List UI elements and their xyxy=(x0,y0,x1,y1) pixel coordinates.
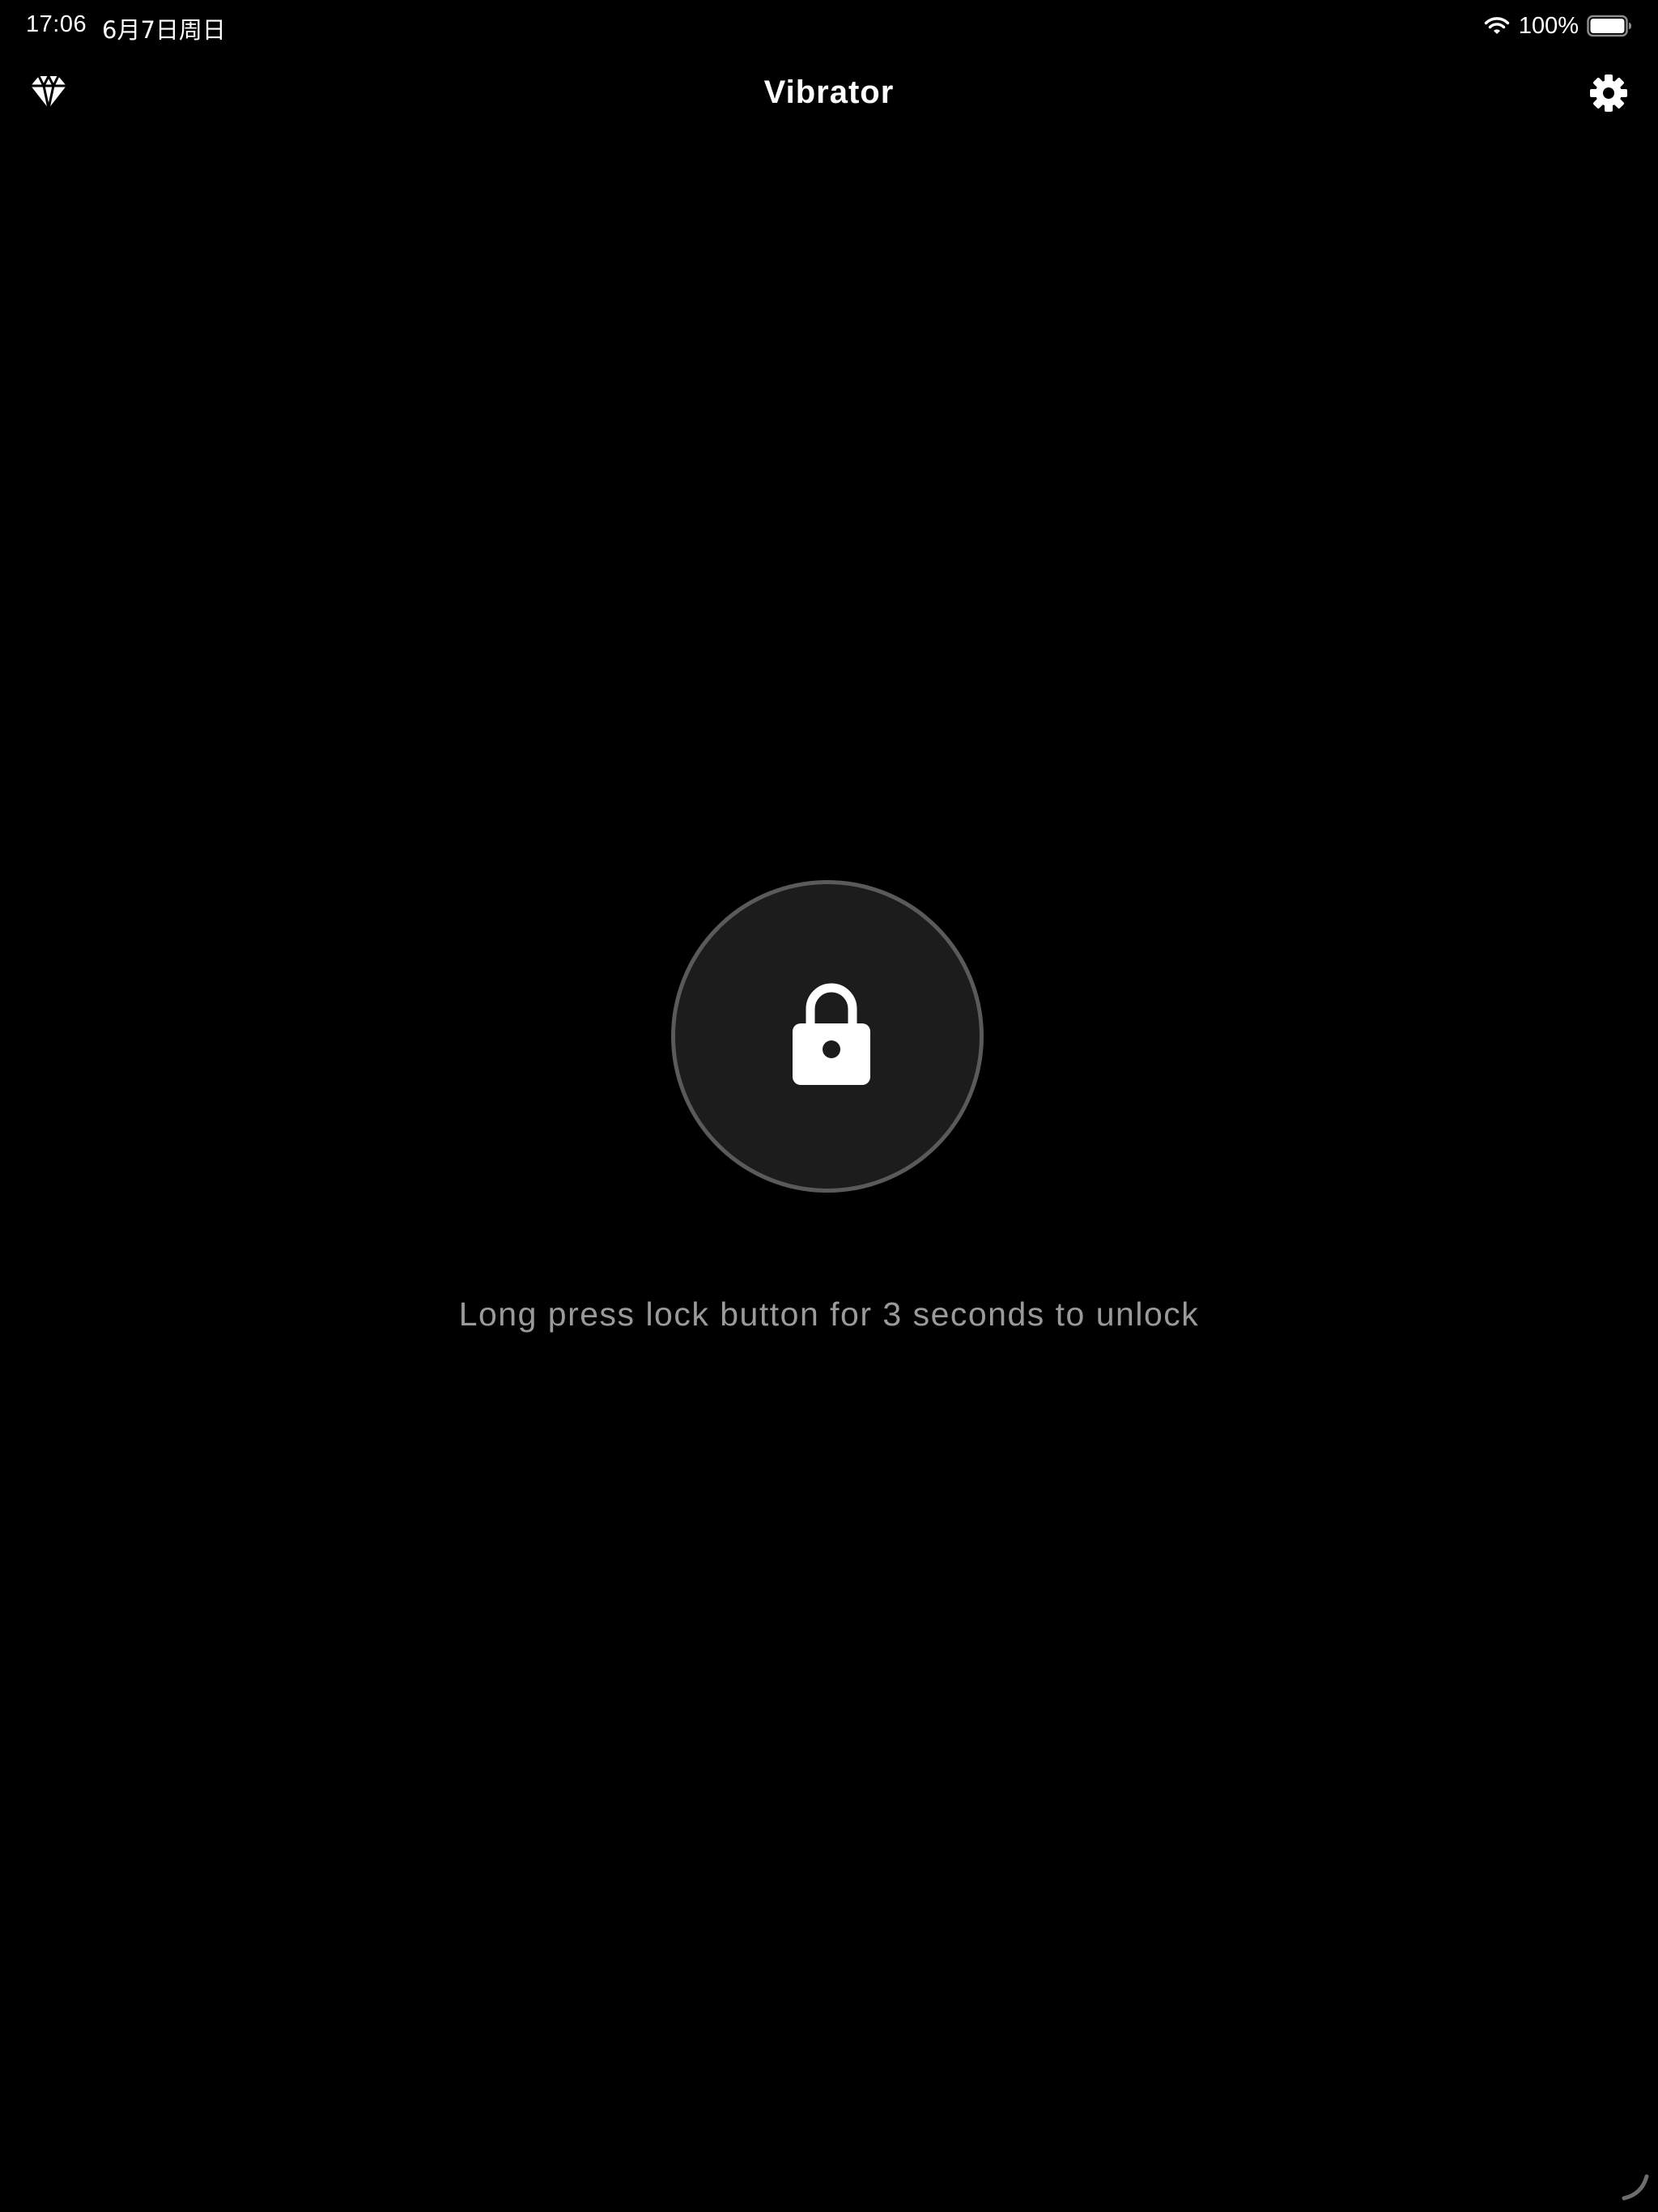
gear-icon xyxy=(1590,74,1627,112)
status-time: 17:06 xyxy=(26,11,87,37)
page-title: Vibrator xyxy=(763,74,895,110)
status-date: 6月7日周日 xyxy=(102,16,226,44)
corner-arc-icon xyxy=(1622,2174,1649,2201)
lock-icon xyxy=(793,980,870,1085)
wifi-icon xyxy=(1484,17,1510,34)
battery-percent: 100% xyxy=(1518,12,1579,39)
status-indicators: 100% xyxy=(1483,11,1632,40)
nav-bar: Vibrator xyxy=(0,52,1658,136)
status-bar: 17:06 6月7日周日 100% xyxy=(0,0,1658,52)
unlock-hint: Long press lock button for 3 seconds to … xyxy=(458,1295,1200,1333)
settings-button[interactable] xyxy=(1588,73,1629,113)
lock-button[interactable] xyxy=(671,880,984,1193)
corner-swipe-handle[interactable] xyxy=(1621,2172,1650,2201)
battery-icon xyxy=(1587,15,1631,37)
